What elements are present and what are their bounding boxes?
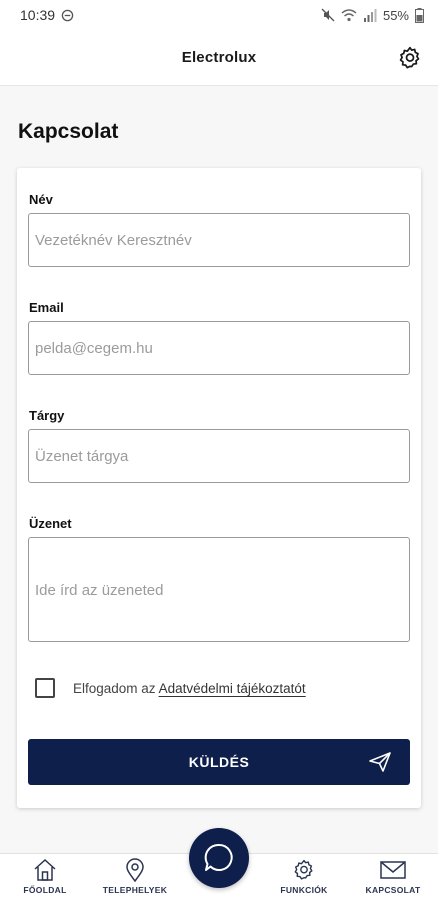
name-input[interactable] [28, 213, 410, 267]
app-title: Electrolux [181, 49, 257, 66]
email-input[interactable] [28, 321, 410, 375]
nav-label-functions: FUNKCIÓK [280, 885, 328, 895]
send-icon [369, 752, 391, 772]
status-bar: 10:39 55% [0, 0, 438, 30]
nav-label-home: FŐOLDAL [23, 885, 67, 895]
nav-item-locations[interactable]: TELEPHELYEK [95, 858, 175, 895]
mute-icon [321, 8, 335, 22]
consent-prefix: Elfogadom az [73, 680, 156, 696]
consent-text: Elfogadom az Adatvédelmi tájékoztatót [73, 681, 306, 696]
message-textarea[interactable] [28, 537, 410, 642]
subject-input[interactable] [28, 429, 410, 483]
contact-form-card: Név Email Tárgy Üzenet Elfogadom az Adat… [17, 168, 421, 808]
wifi-icon [341, 8, 357, 21]
nav-item-functions[interactable]: FUNKCIÓK [264, 858, 344, 895]
chat-bubble-icon [204, 843, 233, 871]
status-left: 10:39 [20, 7, 74, 23]
send-button-label: KÜLDÉS [188, 754, 250, 770]
battery-icon [415, 7, 424, 23]
gear-icon [399, 46, 420, 69]
nav-item-contact[interactable]: KAPCSOLAT [353, 858, 433, 895]
email-label: Email [29, 300, 64, 315]
name-label: Név [29, 192, 53, 207]
gear-icon [294, 859, 313, 880]
mail-icon [380, 861, 406, 879]
settings-button[interactable] [394, 42, 426, 74]
page-title: Kapcsolat [18, 120, 119, 143]
location-pin-icon [126, 858, 144, 882]
status-right: 55% [321, 7, 424, 23]
app-header: Electrolux [0, 30, 438, 86]
status-time: 10:39 [20, 7, 56, 23]
send-button[interactable]: KÜLDÉS [28, 739, 410, 785]
consent-checkbox[interactable] [35, 678, 55, 698]
nav-label-locations: TELEPHELYEK [102, 885, 168, 895]
message-label: Üzenet [29, 516, 72, 531]
signal-icon [363, 8, 377, 22]
consent-row: Elfogadom az Adatvédelmi tájékoztatót [35, 678, 306, 698]
do-not-disturb-icon [61, 9, 74, 21]
nav-label-contact: KAPCSOLAT [365, 885, 421, 895]
chat-button[interactable] [189, 828, 249, 888]
privacy-policy-link[interactable]: Adatvédelmi tájékoztatót [159, 681, 306, 696]
nav-item-home[interactable]: FŐOLDAL [5, 858, 85, 895]
home-icon [34, 858, 56, 881]
subject-label: Tárgy [29, 408, 65, 423]
battery-percent: 55% [382, 7, 409, 23]
